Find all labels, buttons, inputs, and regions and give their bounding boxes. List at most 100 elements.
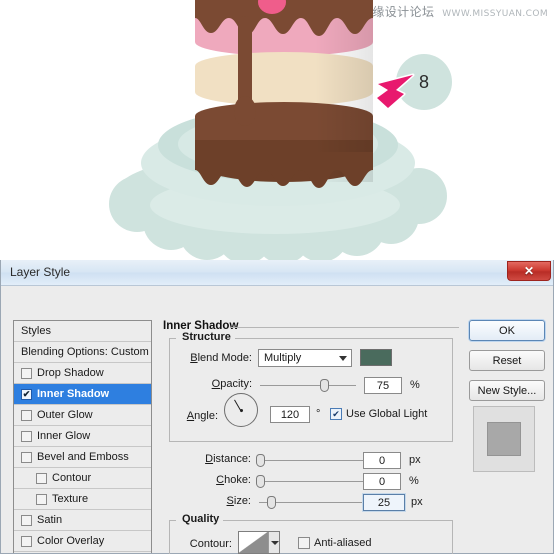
blending-options-label: Blending Options: Custom <box>21 346 149 358</box>
choke-slider-thumb[interactable] <box>256 475 265 488</box>
distance-input[interactable]: 0 <box>363 452 401 469</box>
styles-list-item-drop-shadow[interactable]: Drop Shadow <box>14 363 151 384</box>
size-slider-thumb[interactable] <box>267 496 276 509</box>
watermark-url: WWW.MISSYUAN.COM <box>442 9 548 19</box>
opacity-label-text: pacity: <box>220 378 252 390</box>
angle-dial[interactable] <box>224 393 258 427</box>
blend-mode-select[interactable]: Multiply <box>258 349 352 367</box>
satin-checkbox[interactable] <box>21 514 32 526</box>
size-label: Size: <box>226 495 251 507</box>
outer-glow-checkbox[interactable] <box>21 409 32 421</box>
styles-list-item-texture[interactable]: Texture <box>14 489 151 510</box>
opacity-slider-track[interactable] <box>260 385 356 386</box>
contour-label: Contour <box>52 472 92 484</box>
texture-checkbox[interactable] <box>36 493 47 505</box>
styles-list-item-inner-glow[interactable]: Inner Glow <box>14 426 151 447</box>
dialog-titlebar[interactable]: Layer Style ✕ <box>1 260 553 286</box>
styles-list-label: Styles <box>21 325 51 337</box>
styles-list-item-contour[interactable]: Contour <box>14 468 151 489</box>
pink-arrow-icon <box>375 73 415 110</box>
watermark: 思缘设计论坛 WWW.MISSYUAN.COM <box>360 3 548 20</box>
callout-number: 8 <box>418 71 429 92</box>
distance-label: Distance: <box>205 453 251 465</box>
size-label-text: ize: <box>233 495 251 507</box>
close-button[interactable]: ✕ <box>507 261 551 281</box>
new-style-button[interactable]: New Style... <box>469 380 545 401</box>
tutorial-illustration: 思缘设计论坛 WWW.MISSYUAN.COM 8 <box>0 0 554 262</box>
shadow-color-swatch[interactable] <box>360 349 392 366</box>
contour-curve-icon <box>239 532 268 553</box>
drop-shadow-label: Drop Shadow <box>37 367 104 379</box>
contour-checkbox[interactable] <box>36 472 47 484</box>
size-unit: px <box>411 496 423 508</box>
styles-list-item-outer-glow[interactable]: Outer Glow <box>14 405 151 426</box>
angle-unit: ° <box>316 408 321 420</box>
distance-unit: px <box>409 454 421 466</box>
structure-legend: Structure <box>178 331 235 343</box>
quality-legend: Quality <box>178 513 224 525</box>
use-global-light-checkbox[interactable]: ✔ Use Global Light <box>330 408 427 420</box>
anti-aliased-check-icon <box>298 537 310 549</box>
inner-shadow-settings-panel: Inner Shadow Structure Blend Mode: Multi… <box>163 320 459 554</box>
distance-label-text: istance: <box>213 453 251 465</box>
styles-list-item-styles[interactable]: Styles <box>14 321 151 342</box>
satin-label: Satin <box>37 514 63 526</box>
angle-input[interactable]: 120 <box>270 406 310 423</box>
inner-shadow-label: Inner Shadow <box>37 388 110 400</box>
screenshot-root: 思缘设计论坛 WWW.MISSYUAN.COM 8 Layer Style ✕ … <box>0 0 554 554</box>
angle-label: Angle: <box>186 410 218 422</box>
opacity-slider-thumb[interactable] <box>320 379 329 392</box>
use-global-light-check-icon: ✔ <box>330 408 342 420</box>
anti-aliased-checkbox[interactable]: Anti-aliased <box>298 537 371 549</box>
dialog-body: Styles Blending Options: Custom Drop Sha… <box>1 286 554 554</box>
close-icon: ✕ <box>523 264 535 278</box>
chocolate-bottom-scallop-icon <box>195 152 373 188</box>
use-global-light-label: Use Global Light <box>346 408 428 420</box>
opacity-label: Opacity: <box>211 378 252 390</box>
color-overlay-checkbox[interactable] <box>21 535 32 547</box>
styles-list-item-inner-shadow[interactable]: ✔ Inner Shadow <box>14 384 151 405</box>
blend-mode-label-text: lend Mode: <box>197 352 252 364</box>
dialog-title: Layer Style <box>10 265 71 279</box>
choke-label: Choke: <box>216 474 251 486</box>
structure-group: Structure Blend Mode: Multiply Opacity: <box>169 331 453 442</box>
layer-style-dialog: Layer Style ✕ Styles Blending Options: C… <box>0 260 554 554</box>
anti-aliased-label: Anti-aliased <box>314 537 372 549</box>
styles-list-item-color-overlay[interactable]: Color Overlay <box>14 531 151 552</box>
color-overlay-label: Color Overlay <box>37 535 105 547</box>
choke-input[interactable]: 0 <box>363 473 401 490</box>
blend-mode-label: Blend Mode: <box>190 352 252 364</box>
panel-heading-rule <box>231 327 459 328</box>
contour-preset-picker[interactable] <box>238 531 280 554</box>
choke-slider-track[interactable] <box>259 481 365 482</box>
styles-list[interactable]: Styles Blending Options: Custom Drop Sha… <box>13 320 152 553</box>
outer-glow-label: Outer Glow <box>37 409 93 421</box>
ok-button[interactable]: OK <box>469 320 545 341</box>
styles-list-item-satin[interactable]: Satin <box>14 510 151 531</box>
chevron-down-icon <box>339 356 347 361</box>
opacity-input[interactable]: 75 <box>364 377 402 394</box>
distance-slider-thumb[interactable] <box>256 454 265 467</box>
inner-shadow-checkbox[interactable]: ✔ <box>21 388 32 400</box>
blend-mode-value: Multiply <box>264 352 302 364</box>
angle-label-text: ngle: <box>194 410 218 422</box>
preview-thumbnail-shape <box>487 422 521 456</box>
styles-list-item-bevel-and-emboss[interactable]: Bevel and Emboss <box>14 447 151 468</box>
drop-shadow-checkbox[interactable] <box>21 367 32 379</box>
choke-unit: % <box>409 475 419 487</box>
bevel-and-emboss-checkbox[interactable] <box>21 451 32 463</box>
reset-button[interactable]: Reset <box>469 350 545 371</box>
dialog-buttons: OK Reset New Style... ✔ Preview <box>469 320 549 553</box>
bevel-and-emboss-label: Bevel and Emboss <box>37 451 129 463</box>
contour-dropdown-arrow[interactable] <box>267 532 279 553</box>
preview-thumbnail <box>473 406 535 472</box>
distance-slider-track[interactable] <box>259 460 365 461</box>
styles-list-item-blending-options[interactable]: Blending Options: Custom <box>14 342 151 363</box>
chocolate-drip-blob <box>234 96 256 126</box>
inner-glow-label: Inner Glow <box>37 430 91 442</box>
size-input[interactable]: 25 <box>363 494 405 511</box>
texture-label: Texture <box>52 493 89 505</box>
contour-field-label: Contour: <box>189 538 232 550</box>
inner-glow-checkbox[interactable] <box>21 430 32 442</box>
opacity-unit: % <box>410 379 420 391</box>
